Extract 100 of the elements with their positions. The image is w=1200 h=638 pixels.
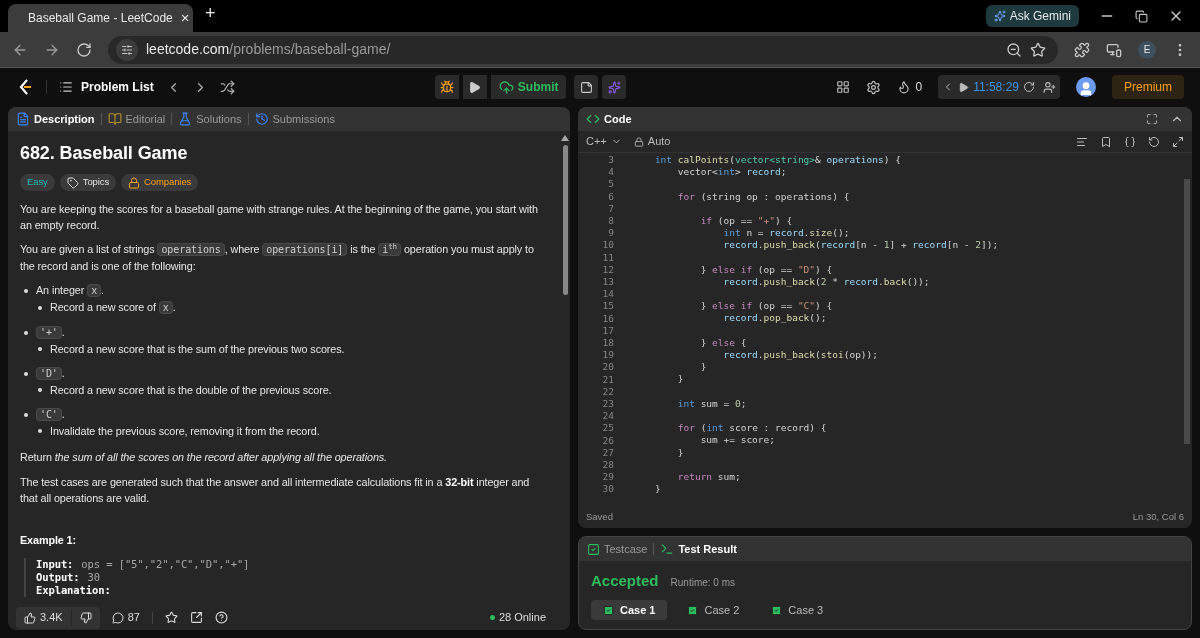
panel-tab[interactable]: Testcase — [587, 540, 648, 558]
save-status: Saved — [586, 509, 613, 524]
new-tab-button[interactable]: + — [205, 0, 216, 27]
tag-chip[interactable]: Easy — [20, 174, 55, 191]
online-count: 28 Online — [498, 610, 546, 626]
ai-button[interactable] — [602, 75, 627, 99]
scrollbar-thumb[interactable] — [562, 145, 568, 295]
sparkle-icon — [607, 80, 621, 94]
debug-button[interactable] — [434, 75, 459, 99]
line-number: 23 — [602, 398, 614, 411]
line-number: 8 — [608, 215, 614, 228]
reset-icon[interactable] — [1023, 81, 1035, 93]
problem-title: 682. Baseball Game — [20, 142, 189, 165]
extensions-icon[interactable] — [1074, 41, 1090, 58]
runtime-text: Runtime: 0 ms — [670, 575, 735, 590]
line-number: 17 — [602, 324, 614, 338]
code-icon — [586, 112, 600, 126]
scroll-up-icon[interactable] — [561, 135, 569, 141]
code-tab[interactable]: Code — [586, 110, 632, 128]
panel-tab[interactable]: Submissions — [254, 110, 335, 128]
checkbox-icon — [687, 604, 699, 616]
line-number: 28 — [602, 459, 614, 472]
line-number: 22 — [602, 385, 614, 399]
expand-icon[interactable] — [1172, 135, 1184, 148]
line-number: 24 — [602, 410, 614, 423]
case-tab[interactable]: Case 3 — [759, 600, 836, 621]
zoom-icon[interactable] — [1006, 41, 1022, 58]
thumbs-down-icon[interactable] — [79, 611, 92, 624]
line-number: 13 — [602, 276, 614, 289]
address-bar[interactable]: leetcode.com/problems/baseball-game/ — [108, 35, 1058, 64]
screen-search-icon[interactable] — [1106, 41, 1122, 58]
code-line: } — [699, 361, 707, 373]
list-item: Record a new score of x . — [50, 300, 176, 316]
braces-icon[interactable] — [1124, 135, 1136, 148]
premium-button[interactable]: Premium — [1112, 75, 1184, 99]
format-icon[interactable] — [1076, 135, 1088, 148]
document-icon — [16, 112, 30, 126]
case-tab[interactable]: Case 1 — [591, 600, 668, 621]
list-item: An integer x . — [36, 283, 104, 299]
note-button[interactable] — [574, 75, 599, 99]
bug-icon — [439, 80, 454, 94]
paragraph: You are keeping the scores for a baseball game with strange rules. At the beginning of the game, you start with an empty record. — [20, 202, 539, 233]
star-icon[interactable] — [164, 611, 178, 624]
browser-tab[interactable]: Baseball Game - LeetCode × — [8, 4, 193, 32]
line-number: 12 — [602, 263, 614, 277]
checkbox-icon — [603, 604, 614, 616]
streak-count: 0 — [915, 79, 923, 96]
language-select[interactable]: C++ — [586, 133, 622, 150]
paragraph: You are given a list of strings operations , where operations[i] is the i$^{th}$ operation you must apply to the record and is one of the following: — [20, 241, 535, 274]
tab-close-button[interactable]: × — [180, 6, 190, 30]
code-line: int calPoints(vector<string>& operations) { — [653, 154, 901, 165]
code-line: if (op == "+") { — [699, 214, 793, 226]
code-line: } — [676, 373, 684, 385]
share-icon[interactable] — [189, 611, 203, 624]
panel-tab[interactable]: Test Result — [660, 540, 737, 558]
play-icon[interactable] — [958, 81, 970, 93]
code-line: return sum; — [676, 470, 741, 482]
problem-list-button[interactable]: Problem List — [59, 78, 154, 96]
terminal-icon — [660, 542, 675, 556]
flask-icon — [178, 112, 193, 126]
profile-avatar[interactable]: E — [1138, 40, 1156, 59]
checkbox-icon — [771, 604, 783, 616]
user-avatar[interactable] — [1076, 77, 1096, 97]
panel-tab[interactable]: Solutions — [178, 110, 242, 128]
fullscreen-icon[interactable] — [1146, 113, 1158, 125]
reload-icon[interactable] — [76, 41, 92, 58]
bookmark-icon[interactable] — [1100, 135, 1112, 148]
line-number: 18 — [602, 337, 614, 350]
case-tab[interactable]: Case 2 — [675, 600, 752, 621]
restore-icon[interactable] — [1135, 9, 1148, 23]
flame-icon[interactable] — [897, 80, 912, 94]
list-item: Record a new score that is the double of the previous score. — [50, 383, 332, 398]
help-icon[interactable] — [214, 611, 228, 624]
ask-gemini-button[interactable]: Ask Gemini — [985, 5, 1079, 27]
line-number: 5 — [608, 178, 614, 191]
note-icon — [579, 80, 593, 94]
site-info-icon[interactable] — [121, 43, 133, 56]
paragraph: The test cases are generated such that the answer and all intermediate calculations fit in a 32-bit integer and that all operations are valid. — [20, 475, 531, 506]
list-item: Invalidate the previous score, removing it from the record. — [50, 424, 320, 439]
code-line: } else if (op == "D") { — [699, 263, 833, 275]
book-icon — [107, 112, 122, 126]
add-user-icon[interactable] — [1043, 80, 1056, 94]
submit-button[interactable]: Submit — [490, 75, 567, 99]
bookmark-star-icon[interactable] — [1030, 41, 1046, 58]
timer-widget[interactable]: 11:58:29 — [938, 75, 1060, 99]
code-line: } — [676, 446, 684, 458]
reset-icon[interactable] — [1148, 135, 1160, 148]
scrollbar-thumb[interactable] — [1184, 179, 1190, 444]
tag-chip[interactable]: Topics — [59, 174, 117, 191]
panel-tab[interactable]: Description — [16, 110, 95, 128]
run-button[interactable] — [462, 75, 487, 99]
comments-button[interactable]: 87 — [111, 609, 140, 626]
shuffle-icon[interactable] — [219, 79, 235, 95]
settings-icon[interactable] — [866, 79, 882, 95]
layout-icon[interactable] — [836, 80, 851, 94]
panel-tab[interactable]: Editorial — [107, 110, 166, 128]
comment-icon — [111, 611, 124, 624]
line-number: 14 — [602, 288, 614, 301]
timer-text: 11:58:29 — [973, 79, 1019, 96]
tag-chip[interactable]: Companies — [121, 174, 199, 191]
